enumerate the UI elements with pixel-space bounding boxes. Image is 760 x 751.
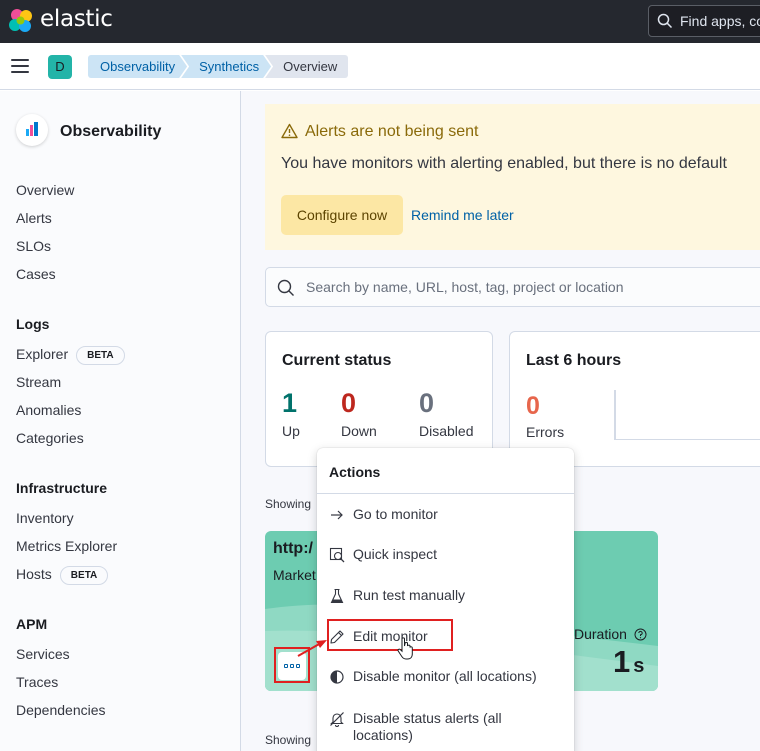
arrow-right-icon [331, 510, 343, 520]
callout-title: Alerts are not being sent [305, 123, 479, 140]
menu-item-quick-inspect[interactable]: Quick inspect [329, 544, 569, 566]
showing-count-label-2: Showing [265, 733, 312, 747]
sidebar: Observability Overview Alerts SLOs Cases… [0, 91, 241, 751]
elastic-logo-icon[interactable] [8, 8, 34, 34]
menu-item-label: Run test manually [353, 587, 466, 603]
sidebar-item-inventory[interactable]: Inventory [16, 510, 74, 526]
beaker-icon [330, 588, 344, 604]
contrast-icon [330, 670, 344, 684]
monitor-subtitle: Market [273, 567, 316, 583]
global-search-input[interactable]: Find apps, co [648, 5, 760, 37]
warning-icon [281, 123, 298, 139]
sidebar-item-stream[interactable]: Stream [16, 374, 61, 390]
menu-item-label: Quick inspect [353, 546, 438, 562]
callout-body: You have monitors with alerting enabled,… [281, 155, 727, 172]
showing-count-label: Showing [265, 497, 312, 511]
breadcrumb-synthetics[interactable]: Synthetics [181, 55, 271, 78]
actions-menu-title: Actions [329, 464, 381, 480]
beta-badge: BETA [59, 566, 109, 585]
errors-sparkline-baseline [614, 439, 760, 440]
configure-now-button[interactable]: Configure now [281, 195, 403, 235]
status-down-count: 0 [341, 388, 357, 418]
errors-count: 0 [526, 392, 540, 420]
beta-badge: BETA [76, 346, 125, 365]
space-avatar[interactable]: D [48, 55, 72, 79]
sidebar-item-services[interactable]: Services [16, 646, 70, 662]
menu-item-disable-status-alerts[interactable]: Disable status alerts (all locations) [329, 708, 569, 744]
duration-unit: s [633, 655, 645, 677]
sidebar-item-label: Hosts [16, 566, 52, 582]
menu-item-run-test-manually[interactable]: Run test manually [329, 585, 569, 607]
sidebar-item-label: Explorer [16, 346, 69, 362]
errors-sparkline-axis [614, 390, 616, 440]
menu-item-label: Disable status alerts (all locations) [353, 710, 502, 743]
nav-bar: D Observability Synthetics Overview [0, 43, 760, 90]
monitor-name[interactable]: http:/ [273, 540, 313, 558]
sidebar-item-overview[interactable]: Overview [16, 182, 74, 198]
status-disabled-count: 0 [419, 388, 435, 418]
actions-menu: Actions Go to monitor Quick inspect Run … [317, 448, 574, 751]
breadcrumb-overview: Overview [265, 55, 349, 78]
sidebar-group-infrastructure: Infrastructure [16, 480, 108, 496]
menu-item-disable-monitor[interactable]: Disable monitor (all locations) [329, 666, 569, 688]
status-down-label: Down [341, 423, 377, 439]
sidebar-item-metrics-explorer[interactable]: Metrics Explorer [16, 538, 117, 554]
actions-button-highlight [274, 647, 310, 683]
sidebar-item-cases[interactable]: Cases [16, 266, 56, 282]
status-up-count: 1 [282, 388, 298, 418]
duration-value: 1s [613, 644, 644, 680]
sidebar-item-dependencies[interactable]: Dependencies [16, 702, 106, 718]
sidebar-item-explorer[interactable]: Explorer BETA [16, 346, 125, 365]
global-search-placeholder: Find apps, co [680, 13, 760, 29]
duration-number: 1 [613, 644, 631, 679]
sidebar-item-slos[interactable]: SLOs [16, 238, 51, 254]
inspect-icon [329, 547, 345, 563]
menu-toggle-icon[interactable] [11, 59, 29, 73]
breadcrumb: Observability Synthetics Overview [88, 55, 349, 78]
sidebar-item-hosts[interactable]: Hosts BETA [16, 566, 109, 585]
duration-label-text: Duration [574, 626, 627, 642]
help-icon[interactable] [634, 628, 647, 641]
duration-label: Duration [574, 626, 647, 642]
last-6-hours-title: Last 6 hours [526, 352, 622, 369]
errors-label: Errors [526, 424, 565, 440]
current-status-panel: Current status 1 Up 0 Down 0 Disabled [265, 331, 493, 467]
menu-item-label: Go to monitor [353, 506, 438, 522]
menu-item-go-to-monitor[interactable]: Go to monitor [329, 504, 569, 526]
search-icon [277, 279, 294, 296]
current-status-title: Current status [282, 352, 392, 369]
monitor-search-input[interactable]: Search by name, URL, host, tag, project … [265, 267, 760, 307]
menu-divider [317, 493, 574, 494]
last-6-hours-panel: Last 6 hours 0 Errors [509, 331, 760, 467]
bell-slash-icon [330, 712, 344, 727]
sidebar-item-categories[interactable]: Categories [16, 430, 84, 446]
remind-me-later-link[interactable]: Remind me later [411, 195, 514, 235]
monitor-search-placeholder: Search by name, URL, host, tag, project … [306, 279, 624, 295]
edit-monitor-highlight [327, 619, 453, 651]
search-icon [657, 13, 673, 29]
top-header: elastic Find apps, co [0, 0, 760, 43]
observability-logo-icon [16, 114, 48, 146]
sidebar-group-logs: Logs [16, 316, 50, 332]
alerts-callout: Alerts are not being sent You have monit… [265, 104, 760, 250]
status-disabled-label: Disabled [419, 423, 474, 439]
sidebar-title: Observability [60, 123, 162, 140]
sidebar-item-traces[interactable]: Traces [16, 674, 58, 690]
sidebar-group-apm: APM [16, 616, 48, 632]
status-up-label: Up [282, 423, 300, 439]
sidebar-item-anomalies[interactable]: Anomalies [16, 402, 81, 418]
sidebar-item-alerts[interactable]: Alerts [16, 210, 52, 226]
breadcrumb-observability[interactable]: Observability [88, 55, 187, 78]
menu-item-label: Disable monitor (all locations) [353, 668, 537, 684]
brand-name[interactable]: elastic [40, 6, 113, 32]
